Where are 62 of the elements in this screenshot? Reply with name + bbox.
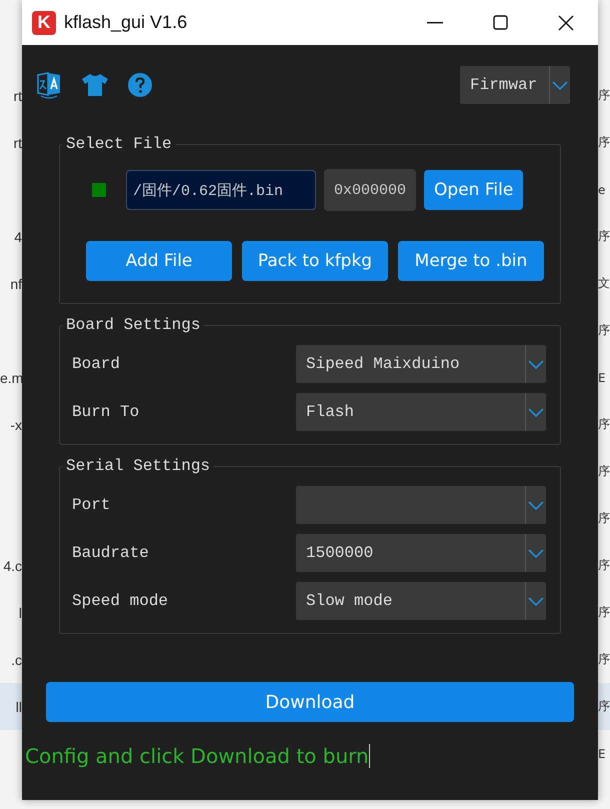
- background-text: l: [18, 604, 22, 620]
- background-text: 序: [598, 417, 610, 431]
- action-button[interactable]: Pack to kfpkg: [242, 241, 388, 281]
- dropdown[interactable]: Flash: [296, 393, 546, 431]
- background-text: ll: [16, 698, 22, 714]
- background-text: 序: [598, 135, 610, 149]
- field-label: Port: [72, 496, 110, 514]
- background-text: rt: [13, 88, 22, 104]
- group-title: Select File: [65, 135, 173, 153]
- background-text: e.m: [0, 370, 24, 386]
- background-text: e: [598, 182, 606, 196]
- close-icon[interactable]: [558, 14, 574, 30]
- status-text: Config and click Download to burn: [25, 744, 369, 768]
- chevron-down-icon: [528, 360, 544, 368]
- background-text: 序: [598, 323, 610, 337]
- help-icon[interactable]: [128, 73, 152, 97]
- dropdown[interactable]: 1500000: [296, 534, 546, 572]
- field-label: Speed mode: [72, 592, 168, 610]
- chevron-down-icon: [528, 500, 544, 510]
- download-button[interactable]: Download: [46, 682, 574, 722]
- background-text: 序: [598, 558, 610, 572]
- file-path-field[interactable]: /固件/0.62固件.bin: [126, 170, 316, 210]
- background-text: 序: [598, 605, 610, 619]
- text-cursor: [368, 744, 370, 768]
- action-button[interactable]: Add File: [86, 241, 232, 281]
- background-text: rt: [13, 134, 22, 150]
- address-field[interactable]: 0x000000: [324, 169, 416, 211]
- background-text: 4.c: [3, 558, 22, 574]
- chevron-down-icon: [528, 596, 544, 606]
- chevron-down-icon: [552, 80, 568, 90]
- field-label: Baudrate: [72, 544, 149, 562]
- open-file-button[interactable]: Open File: [424, 170, 524, 210]
- background-text: 序: [598, 699, 610, 713]
- background-text: 序: [598, 652, 610, 666]
- window-title: kflash_gui V1.6: [64, 12, 188, 33]
- file-checkbox[interactable]: [92, 183, 106, 197]
- action-button[interactable]: Merge to .bin: [398, 241, 544, 281]
- maximize-icon[interactable]: [493, 15, 508, 30]
- background-text: E: [598, 370, 606, 384]
- group-title: Serial Settings: [65, 457, 212, 475]
- t-shirt-icon[interactable]: [82, 74, 108, 96]
- dropdown[interactable]: Slow mode: [296, 582, 546, 620]
- mode-dropdown[interactable]: Firmwar: [460, 66, 570, 104]
- background-text: 序: [598, 511, 610, 525]
- background-text: 4: [14, 228, 22, 244]
- background-text: -x: [10, 416, 22, 432]
- group-title: Board Settings: [65, 316, 202, 334]
- dropdown[interactable]: Sipeed Maixduino: [296, 345, 546, 383]
- background-text: 序: [598, 464, 610, 478]
- background-text: 序: [598, 88, 610, 102]
- chevron-down-icon: [528, 548, 544, 558]
- background-text: 文: [598, 276, 610, 290]
- field-label: Board: [72, 355, 120, 373]
- background-text: .c: [11, 652, 22, 668]
- translate-icon[interactable]: [36, 71, 62, 99]
- background-text: E: [598, 746, 606, 760]
- minimize-icon[interactable]: [427, 22, 443, 24]
- chevron-down-icon: [528, 408, 544, 416]
- app-logo: K: [32, 10, 56, 34]
- field-label: Burn To: [72, 403, 140, 421]
- background-text: 序: [598, 229, 610, 243]
- background-text: nf: [10, 276, 22, 292]
